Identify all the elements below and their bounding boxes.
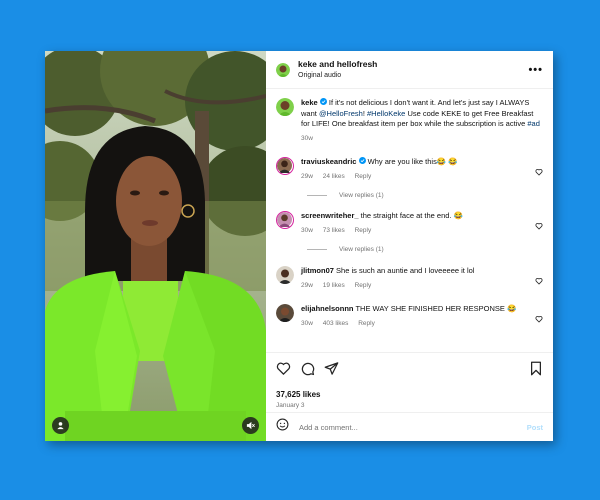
reply-button[interactable]: Reply xyxy=(355,227,372,234)
comment-item: elijahnelsonnn THE WAY SHE FINISHED HER … xyxy=(276,304,543,329)
like-heart-icon[interactable] xyxy=(276,361,291,381)
action-icons xyxy=(276,361,543,381)
header-title[interactable]: keke and hellofresh xyxy=(298,59,377,70)
post-panel: keke and hellofresh Original audio ••• k… xyxy=(266,51,553,441)
caption-avatar[interactable] xyxy=(276,98,294,116)
comment-text: the straight face at the end. 😂 xyxy=(360,211,463,220)
caption-hashtag-2[interactable]: #ad xyxy=(527,119,540,128)
comment-time[interactable]: 29w xyxy=(301,173,313,180)
comment-like-heart-icon[interactable] xyxy=(535,310,543,328)
comments-list: keke If it's not delicious I don't want … xyxy=(266,89,553,352)
comment-avatar[interactable] xyxy=(276,211,294,229)
caption-mention[interactable]: @HelloFresh xyxy=(319,109,363,118)
comment-meta: 30w 73 likes Reply xyxy=(301,226,529,237)
verified-badge-icon xyxy=(319,98,327,105)
comment-meta: 29w 24 likes Reply xyxy=(301,172,529,183)
more-horizontal-icon[interactable]: ••• xyxy=(528,64,543,76)
comment-time[interactable]: 29w xyxy=(301,282,313,289)
comment-likes[interactable]: 19 likes xyxy=(323,282,345,289)
caption-body: keke If it's not delicious I don't want … xyxy=(301,98,543,144)
comment-item: jlitmon07 She is such an auntie and I lo… xyxy=(276,266,543,291)
comment-item: screenwriteher_ the straight face at the… xyxy=(276,211,543,236)
caption: keke If it's not delicious I don't want … xyxy=(276,98,543,144)
comment-body: traviuskeandric Why are you like this😂 😂… xyxy=(301,157,529,182)
comment-body: elijahnelsonnn THE WAY SHE FINISHED HER … xyxy=(301,304,529,329)
comment-likes[interactable]: 24 likes xyxy=(323,173,345,180)
comment-avatar[interactable] xyxy=(276,157,294,175)
view-replies-label: View replies (1) xyxy=(339,192,384,199)
mute-icon[interactable] xyxy=(242,417,259,434)
caption-meta: 30w xyxy=(301,134,543,145)
tagged-user-icon[interactable] xyxy=(52,417,69,434)
comment-like-heart-icon[interactable] xyxy=(535,163,543,181)
comment-avatar[interactable] xyxy=(276,266,294,284)
comment-likes[interactable]: 73 likes xyxy=(323,227,345,234)
caption-time[interactable]: 30w xyxy=(301,135,313,142)
post-button[interactable]: Post xyxy=(527,423,543,432)
view-replies-button[interactable]: View replies (1) xyxy=(307,192,543,199)
comment-username[interactable]: elijahnelsonnn xyxy=(301,304,354,313)
action-bar: 37,625 likes January 3 xyxy=(266,352,553,412)
add-comment-bar: Post xyxy=(266,412,553,441)
comment-item: traviuskeandric Why are you like this😂 😂… xyxy=(276,157,543,182)
reply-button[interactable]: Reply xyxy=(355,173,372,180)
view-replies-label: View replies (1) xyxy=(339,246,384,253)
header-text: keke and hellofresh Original audio xyxy=(298,59,377,81)
post-video[interactable] xyxy=(45,51,266,441)
comment-meta: 30w 403 likes Reply xyxy=(301,319,529,330)
share-send-icon[interactable] xyxy=(324,361,339,381)
audio-label[interactable]: Original audio xyxy=(298,70,377,81)
reply-button[interactable]: Reply xyxy=(358,320,375,327)
comment-bubble-icon[interactable] xyxy=(300,361,315,381)
comment-text: She is such an auntie and I loveeeee it … xyxy=(336,266,475,275)
comment-username[interactable]: screenwriteher_ xyxy=(301,211,359,220)
comment-text: THE WAY SHE FINISHED HER RESPONSE 😂 xyxy=(355,304,517,313)
likes-count[interactable]: 37,625 likes xyxy=(276,390,543,399)
caption-username[interactable]: keke xyxy=(301,98,318,107)
view-replies-button[interactable]: View replies (1) xyxy=(307,246,543,253)
add-comment-input[interactable] xyxy=(297,421,527,433)
post-header: keke and hellofresh Original audio ••• xyxy=(266,51,553,89)
post-date[interactable]: January 3 xyxy=(276,402,543,409)
emoji-icon[interactable] xyxy=(276,418,289,436)
bookmark-icon[interactable] xyxy=(529,361,543,381)
comment-time[interactable]: 30w xyxy=(301,320,313,327)
comment-username[interactable]: traviuskeandric xyxy=(301,157,356,166)
comment-body: screenwriteher_ the straight face at the… xyxy=(301,211,529,236)
verified-badge-icon xyxy=(358,157,366,164)
reply-button[interactable]: Reply xyxy=(355,282,372,289)
comment-username[interactable]: jlitmon07 xyxy=(301,266,334,275)
author-avatar[interactable] xyxy=(276,62,290,77)
caption-hashtag-1[interactable]: #HelloKeke xyxy=(367,109,405,118)
post-modal: keke and hellofresh Original audio ••• k… xyxy=(45,51,553,441)
comment-likes[interactable]: 403 likes xyxy=(323,320,349,327)
comment-time[interactable]: 30w xyxy=(301,227,313,234)
comment-body: jlitmon07 She is such an auntie and I lo… xyxy=(301,266,529,291)
comment-like-heart-icon[interactable] xyxy=(535,217,543,235)
comment-like-heart-icon[interactable] xyxy=(535,272,543,290)
comment-text: Why are you like this😂 😂 xyxy=(367,157,458,166)
video-frame-image xyxy=(45,51,266,441)
comment-meta: 29w 19 likes Reply xyxy=(301,281,529,292)
comment-avatar[interactable] xyxy=(276,304,294,322)
